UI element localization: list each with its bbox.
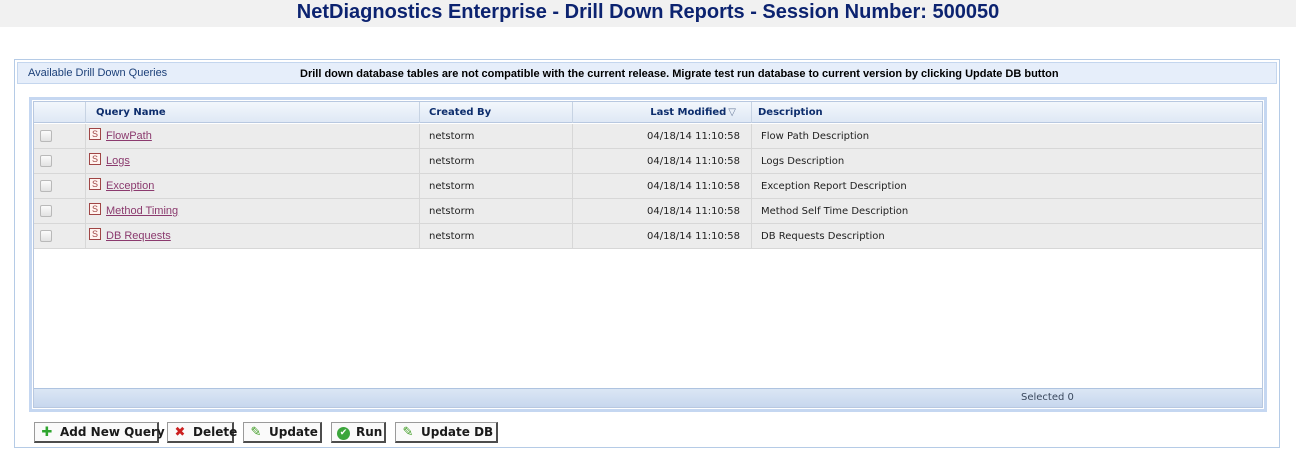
- drilldown-queries-panel: Available Drill Down Queries Drill down …: [14, 59, 1280, 448]
- created-by-cell: netstorm: [420, 224, 573, 249]
- queries-grid: Query Name Created By Last Modified ▽ Des…: [29, 97, 1267, 412]
- row-select-cell: [34, 199, 86, 224]
- query-link[interactable]: Method Timing: [106, 205, 178, 217]
- query-name-cell: S Logs: [86, 149, 420, 174]
- row-checkbox[interactable]: [40, 155, 52, 167]
- last-modified-cell: 04/18/14 11:10:58: [573, 124, 752, 149]
- row-select-cell: [34, 174, 86, 199]
- query-link[interactable]: FlowPath: [106, 130, 152, 142]
- description-cell: Logs Description: [761, 156, 845, 167]
- query-link[interactable]: Exception: [106, 180, 154, 192]
- add-new-query-label: Add New Query: [60, 425, 165, 439]
- table-row[interactable]: S Exception netstorm 04/18/14 11:10:58 Ex…: [34, 174, 1262, 199]
- header-query-name[interactable]: Query Name: [86, 102, 420, 123]
- row-select-cell: [34, 149, 86, 174]
- grid-body: Query Name Created By Last Modified ▽ Des…: [33, 101, 1263, 408]
- table-row[interactable]: S Logs netstorm 04/18/14 11:10:58 Logs De…: [34, 149, 1262, 174]
- table-row[interactable]: S Method Timing netstorm 04/18/14 11:10:5…: [34, 199, 1262, 224]
- grid-footer: Selected 0: [34, 388, 1262, 407]
- query-name-cell: S Exception: [86, 174, 420, 199]
- query-type-icon: S: [89, 152, 101, 165]
- description-cell: Flow Path Description: [761, 131, 870, 142]
- run-label: Run: [356, 425, 383, 439]
- add-new-query-button[interactable]: ✚ Add New Query: [34, 422, 165, 443]
- header-created-by[interactable]: Created By: [420, 102, 573, 123]
- description-cell: Exception Report Description: [761, 181, 907, 192]
- update-button[interactable]: ✎ Update: [243, 422, 322, 443]
- update-db-label: Update DB: [421, 425, 494, 439]
- query-type-icon: S: [89, 127, 101, 140]
- compatibility-message: Drill down database tables are not compa…: [300, 68, 1059, 80]
- panel-header: Available Drill Down Queries Drill down …: [17, 62, 1277, 84]
- query-name-cell: S Method Timing: [86, 199, 420, 224]
- header-last-modified-label: Last Modified: [650, 107, 727, 118]
- query-name-cell: S FlowPath: [86, 124, 420, 149]
- last-modified-cell: 04/18/14 11:10:58: [573, 224, 752, 249]
- pencil-icon: ✎: [250, 425, 262, 440]
- update-db-button[interactable]: ✎ Update DB: [395, 422, 498, 443]
- row-checkbox[interactable]: [40, 180, 52, 192]
- delete-label: Delete: [193, 425, 238, 439]
- row-checkbox[interactable]: [40, 230, 52, 242]
- created-by-cell: netstorm: [420, 124, 573, 149]
- query-link[interactable]: Logs: [106, 155, 130, 167]
- title-bar: NetDiagnostics Enterprise - Drill Down R…: [0, 0, 1296, 27]
- table-row[interactable]: S FlowPath netstorm 04/18/14 11:10:58 Flo…: [34, 124, 1262, 149]
- header-description[interactable]: Description: [752, 102, 1262, 123]
- panel-title: Available Drill Down Queries: [28, 67, 168, 79]
- last-modified-cell: 04/18/14 11:10:58: [573, 149, 752, 174]
- plus-icon: ✚: [41, 425, 53, 440]
- run-button[interactable]: ✔ Run: [331, 422, 386, 443]
- pencil-icon: ✎: [402, 425, 414, 440]
- last-modified-cell: 04/18/14 11:10:58: [573, 174, 752, 199]
- selected-count: Selected 0: [1021, 392, 1074, 403]
- update-label: Update: [269, 425, 318, 439]
- description-cell: Method Self Time Description: [761, 206, 909, 217]
- check-circle-icon: ✔: [337, 427, 350, 440]
- created-by-cell: netstorm: [420, 174, 573, 199]
- row-checkbox[interactable]: [40, 205, 52, 217]
- query-link[interactable]: DB Requests: [106, 230, 171, 242]
- last-modified-cell: 04/18/14 11:10:58: [573, 199, 752, 224]
- sort-desc-icon: ▽: [728, 107, 736, 118]
- row-select-cell: [34, 224, 86, 249]
- header-last-modified[interactable]: Last Modified ▽: [573, 102, 752, 123]
- created-by-cell: netstorm: [420, 149, 573, 174]
- grid-rows: S FlowPath netstorm 04/18/14 11:10:58 Flo…: [34, 124, 1262, 249]
- header-select-column: [34, 102, 86, 123]
- query-name-cell: S DB Requests: [86, 224, 420, 249]
- row-checkbox[interactable]: [40, 130, 52, 142]
- table-row[interactable]: S DB Requests netstorm 04/18/14 11:10:58 …: [34, 224, 1262, 249]
- created-by-cell: netstorm: [420, 199, 573, 224]
- grid-header: Query Name Created By Last Modified ▽ Des…: [34, 102, 1262, 123]
- delete-button[interactable]: ✖ Delete: [167, 422, 238, 443]
- description-cell: DB Requests Description: [761, 231, 885, 242]
- page-title: NetDiagnostics Enterprise - Drill Down R…: [296, 1, 1000, 23]
- query-type-icon: S: [89, 177, 101, 190]
- query-type-icon: S: [89, 227, 101, 240]
- x-icon: ✖: [174, 425, 186, 440]
- row-select-cell: [34, 124, 86, 149]
- query-type-icon: S: [89, 202, 101, 215]
